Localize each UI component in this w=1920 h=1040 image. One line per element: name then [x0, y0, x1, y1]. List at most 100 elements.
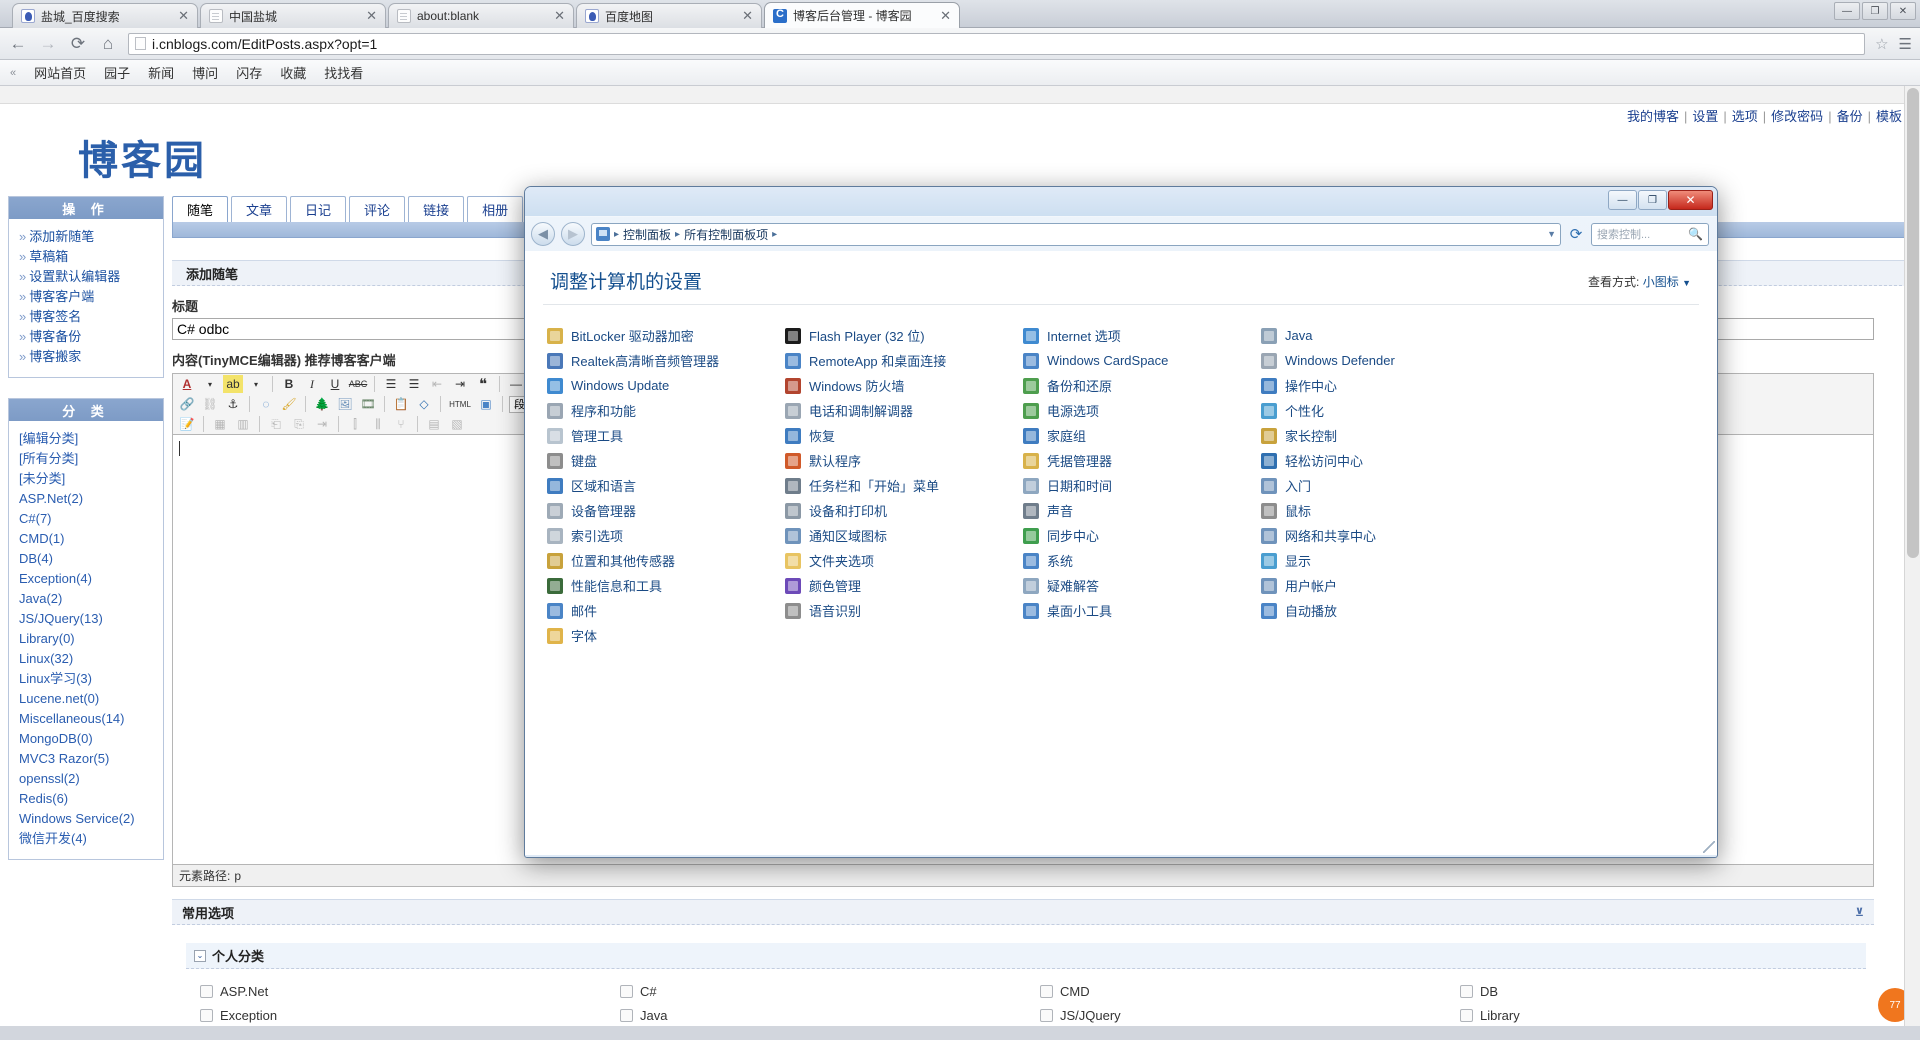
unlink-icon[interactable]: ⛓ — [200, 395, 220, 413]
checkbox[interactable] — [1040, 984, 1053, 998]
media-icon[interactable]: 🎞 — [358, 395, 378, 413]
control-panel-item[interactable]: 鼠标 — [1261, 498, 1499, 523]
browser-tab-5-active[interactable]: 博客后台管理 - 博客园 ✕ — [764, 2, 960, 28]
breadcrumb-all-items[interactable]: 所有控制面板项 — [684, 226, 768, 243]
control-panel-item[interactable]: Flash Player (32 位) — [785, 323, 1023, 348]
control-panel-item[interactable]: Realtek高清晰音频管理器 — [547, 348, 785, 373]
control-panel-item[interactable]: 用户帐户 — [1261, 573, 1499, 598]
control-panel-item[interactable]: 电话和调制解调器 — [785, 398, 1023, 423]
checkbox[interactable] — [1460, 1008, 1473, 1022]
sidebar-category-item[interactable]: ASP.Net(2) — [19, 489, 159, 509]
link-icon[interactable]: 🔗 — [177, 395, 197, 413]
merge-cells-icon[interactable]: ▤ — [424, 415, 444, 433]
checkbox[interactable] — [620, 1008, 633, 1022]
bullist-icon[interactable]: ☰ — [381, 375, 401, 393]
forecolor-icon[interactable]: A — [177, 375, 197, 393]
bookmark-item[interactable]: 找找看 — [324, 63, 363, 82]
reload-icon[interactable]: ⟳ — [68, 34, 88, 54]
category-checkbox-item[interactable]: JS/JQuery — [1026, 1003, 1446, 1026]
control-panel-item[interactable]: 索引选项 — [547, 523, 785, 548]
control-panel-item[interactable]: 默认程序 — [785, 448, 1023, 473]
close-icon[interactable]: ✕ — [550, 8, 565, 24]
control-panel-item[interactable]: Internet 选项 — [1023, 323, 1261, 348]
expand-icon[interactable]: ⌄ — [194, 949, 206, 962]
checkbox[interactable] — [1040, 1008, 1053, 1022]
bookmark-item[interactable]: 新闻 — [148, 63, 174, 82]
table-icon[interactable]: ▦ — [210, 415, 230, 433]
minimize-button[interactable]: — — [1834, 2, 1860, 20]
sidebar-category-item[interactable]: MVC3 Razor(5) — [19, 749, 159, 769]
chevron-left-icon[interactable]: « — [10, 67, 16, 79]
browser-tab-3[interactable]: about:blank ✕ — [388, 3, 574, 28]
sidebar-item-blog-migrate[interactable]: » 博客搬家 — [19, 347, 159, 367]
control-panel-search-input[interactable]: 搜索控制... 🔍 — [1591, 222, 1709, 246]
outdent-icon[interactable]: ⇤ — [427, 375, 447, 393]
category-checkbox-item[interactable]: Exception — [186, 1003, 606, 1026]
control-panel-item[interactable]: 程序和功能 — [547, 398, 785, 423]
control-panel-item[interactable]: 操作中心 — [1261, 373, 1499, 398]
html-icon[interactable]: HTML — [447, 395, 473, 413]
sidebar-category-item[interactable]: Library(0) — [19, 629, 159, 649]
sidebar-category-item[interactable]: [编辑分类] — [19, 429, 159, 449]
control-panel-item[interactable]: 备份和还原 — [1023, 373, 1261, 398]
tab-articles[interactable]: 文章 — [231, 196, 288, 222]
sidebar-category-item[interactable]: C#(7) — [19, 509, 159, 529]
italic-icon[interactable]: I — [302, 375, 322, 393]
control-panel-item[interactable]: 键盘 — [547, 448, 785, 473]
control-panel-item[interactable]: 凭据管理器 — [1023, 448, 1261, 473]
menu-icon[interactable]: ☰ — [1899, 35, 1912, 53]
sidebar-item-default-editor[interactable]: » 设置默认编辑器 — [19, 267, 159, 287]
sidebar-category-item[interactable]: 微信开发(4) — [19, 829, 159, 849]
page-scrollbar[interactable] — [1904, 86, 1920, 1026]
refresh-icon[interactable]: ⟳ — [1567, 225, 1585, 243]
control-panel-item[interactable]: 同步中心 — [1023, 523, 1261, 548]
sidebar-item-blog-backup[interactable]: » 博客备份 — [19, 327, 159, 347]
code-icon[interactable]: ◇ — [414, 395, 434, 413]
control-panel-item[interactable]: 显示 — [1261, 548, 1499, 573]
tab-comments[interactable]: 评论 — [349, 196, 406, 222]
backcolor-icon[interactable]: ab — [223, 375, 243, 393]
close-button[interactable]: ✕ — [1890, 2, 1916, 20]
admin-link-template[interactable]: 模板 — [1876, 109, 1902, 124]
control-panel-item[interactable]: Windows Defender — [1261, 348, 1499, 373]
view-by-selector[interactable]: 查看方式: 小图标 ▼ — [1588, 273, 1691, 290]
forward-icon[interactable]: ▶ — [561, 222, 585, 246]
admin-link-settings[interactable]: 设置 — [1692, 109, 1718, 124]
sidebar-category-item[interactable]: DB(4) — [19, 549, 159, 569]
admin-link-myblog[interactable]: 我的博客 — [1627, 109, 1679, 124]
control-panel-item[interactable]: 语音识别 — [785, 598, 1023, 623]
bookmark-item[interactable]: 闪存 — [236, 63, 262, 82]
control-panel-item[interactable]: 系统 — [1023, 548, 1261, 573]
tab-diary[interactable]: 日记 — [290, 196, 347, 222]
control-panel-item[interactable]: 恢复 — [785, 423, 1023, 448]
sidebar-item-add-post[interactable]: » 添加新随笔 — [19, 227, 159, 247]
sidebar-item-blog-signature[interactable]: » 博客签名 — [19, 307, 159, 327]
checkbox[interactable] — [200, 984, 213, 998]
control-panel-item[interactable]: 设备管理器 — [547, 498, 785, 523]
view-by-value[interactable]: 小图标 — [1643, 275, 1679, 289]
numlist-icon[interactable]: ☰ — [404, 375, 424, 393]
control-panel-item[interactable]: 任务栏和「开始」菜单 — [785, 473, 1023, 498]
sidebar-category-item[interactable]: [所有分类] — [19, 449, 159, 469]
control-panel-item[interactable]: Windows CardSpace — [1023, 348, 1261, 373]
category-checkbox-item[interactable]: C# — [606, 979, 1026, 1003]
resize-grip[interactable] — [1703, 841, 1715, 853]
star-icon[interactable]: ☆ — [1875, 35, 1888, 53]
sidebar-category-item[interactable]: Linux学习(3) — [19, 669, 159, 689]
control-panel-item[interactable]: 网络和共享中心 — [1261, 523, 1499, 548]
maximize-button[interactable]: ❐ — [1638, 190, 1667, 210]
col-before-icon[interactable]: ⫿ — [345, 415, 365, 433]
backcolor-dropdown-icon[interactable]: ▾ — [246, 375, 266, 393]
category-checkbox-item[interactable]: Library — [1446, 1003, 1866, 1026]
image-icon[interactable]: 🌲 — [312, 395, 332, 413]
control-panel-item[interactable]: 邮件 — [547, 598, 785, 623]
minimize-button[interactable]: — — [1608, 190, 1637, 210]
admin-link-options[interactable]: 选项 — [1732, 109, 1758, 124]
address-bar[interactable]: i.cnblogs.com/EditPosts.aspx?opt=1 — [128, 32, 1866, 55]
control-panel-item[interactable]: Java — [1261, 323, 1499, 348]
forecolor-dropdown-icon[interactable]: ▾ — [200, 375, 220, 393]
sidebar-category-item[interactable]: CMD(1) — [19, 529, 159, 549]
back-icon[interactable]: ◀ — [531, 222, 555, 246]
admin-link-password[interactable]: 修改密码 — [1771, 109, 1823, 124]
table-props-icon[interactable]: ▥ — [233, 415, 253, 433]
